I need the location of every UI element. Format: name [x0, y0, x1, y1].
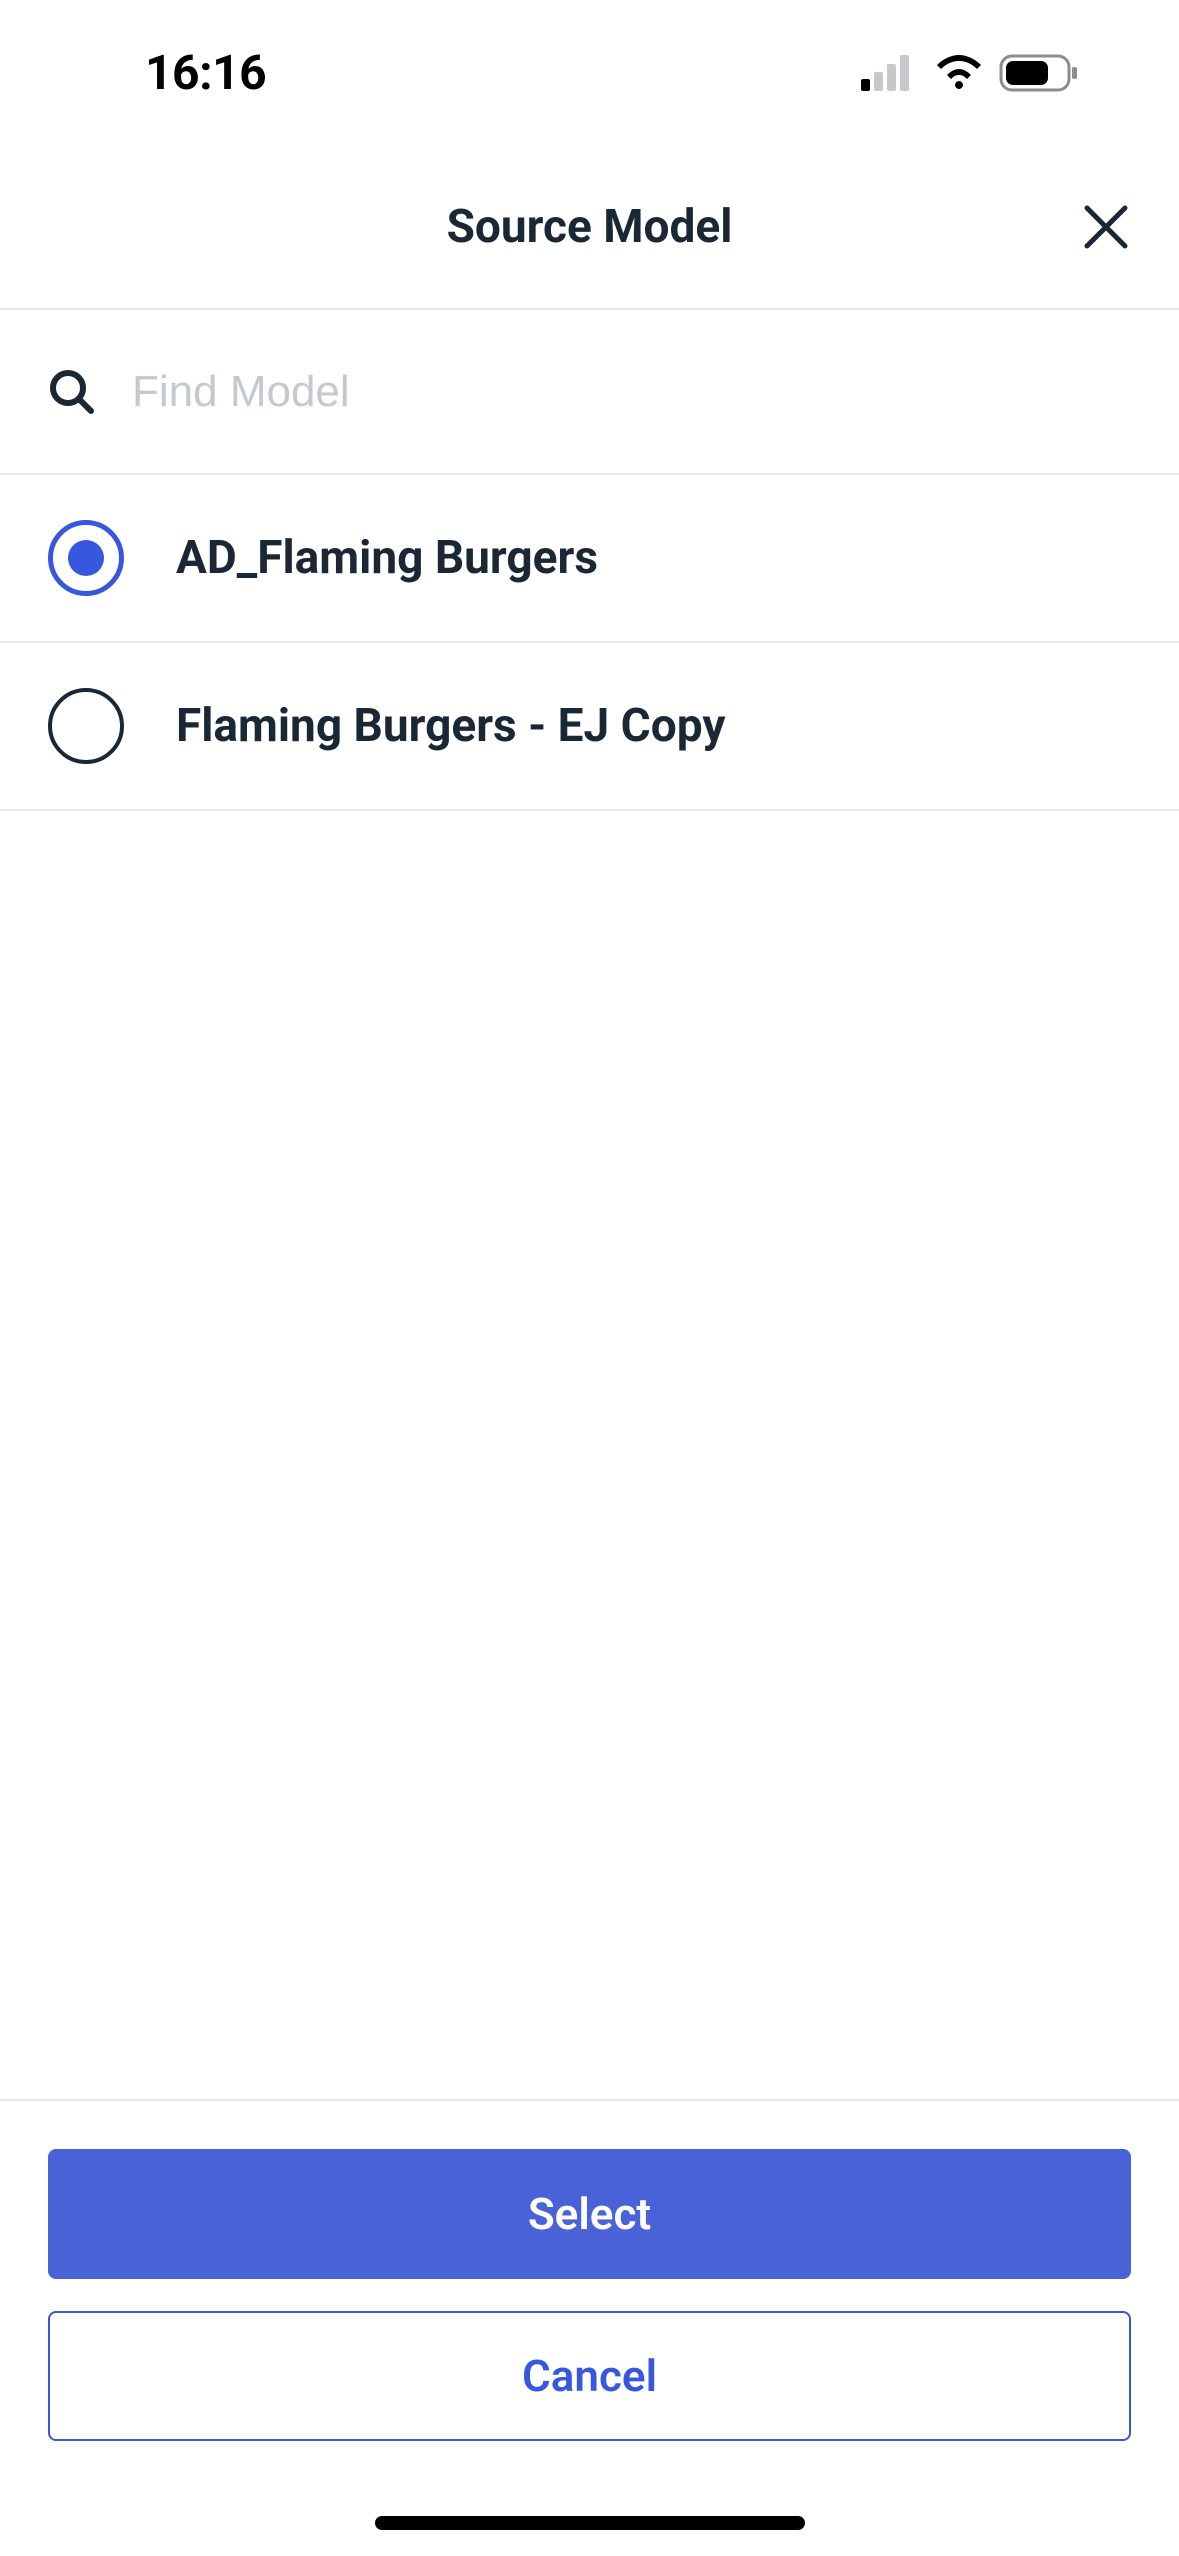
modal-header: Source Model: [0, 145, 1179, 310]
radio-unselected: [48, 688, 124, 764]
bottom-actions: Select Cancel: [0, 2099, 1179, 2556]
model-option-1[interactable]: Flaming Burgers - EJ Copy: [0, 643, 1179, 811]
battery-icon: [999, 54, 1079, 92]
status-indicators: [861, 53, 1079, 93]
cellular-icon: [861, 55, 919, 91]
cancel-button[interactable]: Cancel: [48, 2311, 1131, 2441]
model-option-label: AD_Flaming Burgers: [176, 531, 598, 585]
select-button[interactable]: Select: [48, 2149, 1131, 2279]
model-option-label: Flaming Burgers - EJ Copy: [176, 699, 726, 753]
home-indicator[interactable]: [375, 2516, 805, 2530]
status-time: 16:16: [145, 44, 266, 101]
page-title: Source Model: [447, 200, 733, 254]
close-button[interactable]: [1081, 202, 1131, 252]
search-icon: [48, 368, 96, 416]
model-option-0[interactable]: AD_Flaming Burgers: [0, 475, 1179, 643]
search-input[interactable]: [132, 367, 1131, 417]
close-icon: [1081, 202, 1131, 252]
wifi-icon: [933, 53, 985, 93]
radio-selected: [48, 520, 124, 596]
search-row: [0, 310, 1179, 475]
status-bar: 16:16: [0, 0, 1179, 145]
